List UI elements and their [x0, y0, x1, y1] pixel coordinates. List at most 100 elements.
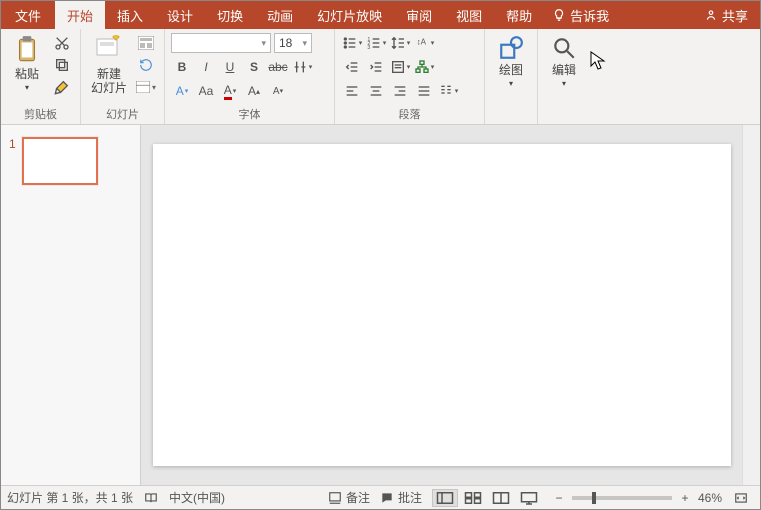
- tab-animation[interactable]: 动画: [255, 1, 305, 29]
- increase-indent-button[interactable]: [365, 57, 387, 77]
- line-spacing-button[interactable]: [389, 33, 411, 53]
- fit-window-button[interactable]: [728, 489, 754, 507]
- slide-thumbnail-1[interactable]: [22, 137, 98, 185]
- sorter-view-button[interactable]: [460, 489, 486, 507]
- bullets-icon: [342, 35, 358, 51]
- align-right-button[interactable]: [389, 81, 411, 101]
- change-case-button[interactable]: Aa: [195, 81, 217, 101]
- tab-home[interactable]: 开始: [55, 1, 105, 29]
- paste-button[interactable]: 粘贴▾: [7, 33, 47, 97]
- new-slide-label: 新建 幻灯片: [91, 67, 127, 95]
- zoom-thumb[interactable]: [592, 492, 596, 504]
- italic-button[interactable]: I: [195, 57, 217, 77]
- zoom-slider[interactable]: [572, 496, 672, 500]
- editing-group-label: [544, 120, 584, 122]
- tab-view[interactable]: 视图: [444, 1, 494, 29]
- underline-button[interactable]: U: [219, 57, 241, 77]
- bullets-button[interactable]: [341, 33, 363, 53]
- font-size-combo[interactable]: 18▾: [274, 33, 312, 53]
- book-icon: [143, 491, 159, 505]
- tab-insert[interactable]: 插入: [105, 1, 155, 29]
- tab-help[interactable]: 帮助: [494, 1, 544, 29]
- font-color-button[interactable]: A: [219, 81, 241, 101]
- drawing-group-label: [491, 120, 531, 122]
- section-icon: [136, 81, 150, 93]
- indent-icon: [368, 59, 384, 75]
- char-spacing-button[interactable]: [291, 57, 313, 77]
- zoom-out-button[interactable]: −: [552, 491, 566, 505]
- sorter-icon: [464, 491, 482, 505]
- share-button[interactable]: 共享: [704, 6, 748, 25]
- copy-button[interactable]: [51, 55, 73, 75]
- shapes-icon: [498, 35, 524, 61]
- align-center-button[interactable]: [365, 81, 387, 101]
- justify-button[interactable]: [413, 81, 435, 101]
- text-direction-button[interactable]: ↕A: [413, 33, 435, 53]
- shrink-font-button[interactable]: A▾: [267, 81, 289, 101]
- align-text-button[interactable]: [389, 57, 411, 77]
- fit-icon: [733, 491, 749, 505]
- svg-text:3: 3: [367, 45, 370, 51]
- drawing-button[interactable]: 绘图▾: [491, 33, 531, 93]
- bold-button[interactable]: B: [171, 57, 193, 77]
- grow-font-button[interactable]: A▴: [243, 81, 265, 101]
- reset-button[interactable]: [135, 55, 157, 75]
- share-icon: [704, 8, 718, 22]
- align-right-icon: [392, 83, 408, 99]
- font-group-label: 字体: [171, 104, 328, 122]
- thumb-number: 1: [9, 137, 16, 185]
- slideshow-view-button[interactable]: [516, 489, 542, 507]
- editing-button[interactable]: 编辑▾: [544, 33, 584, 93]
- normal-view-button[interactable]: [432, 489, 458, 507]
- shadow-button[interactable]: S: [243, 57, 265, 77]
- new-slide-icon: [95, 35, 123, 65]
- new-slide-button[interactable]: 新建 幻灯片: [87, 33, 131, 97]
- align-left-button[interactable]: [341, 81, 363, 101]
- layout-button[interactable]: [135, 33, 157, 53]
- notes-label: 备注: [346, 489, 370, 506]
- comments-button[interactable]: 批注: [380, 489, 422, 506]
- clipboard-icon: [14, 35, 40, 65]
- editing-label: 编辑: [552, 63, 576, 77]
- layout-icon: [138, 36, 154, 50]
- direction-icon: ↕A: [414, 35, 430, 51]
- scissors-icon: [54, 35, 70, 51]
- tab-review[interactable]: 审阅: [394, 1, 444, 29]
- clear-format-button[interactable]: A: [171, 81, 193, 101]
- font-name-combo[interactable]: ▾: [171, 33, 271, 53]
- zoom-value[interactable]: 46%: [698, 491, 722, 505]
- status-bar: 幻灯片 第 1 张，共 1 张 中文(中国) 备注 批注 − + 46%: [1, 485, 760, 509]
- comment-icon: [380, 491, 394, 505]
- align-center-icon: [368, 83, 384, 99]
- smartart-button[interactable]: [413, 57, 435, 77]
- zoom-in-button[interactable]: +: [678, 491, 692, 505]
- tab-file[interactable]: 文件: [1, 1, 55, 29]
- decrease-indent-button[interactable]: [341, 57, 363, 77]
- comments-label: 批注: [398, 489, 422, 506]
- lightbulb-icon: [552, 8, 566, 22]
- numbering-button[interactable]: 123: [365, 33, 387, 53]
- line-spacing-icon: [390, 35, 406, 51]
- section-button[interactable]: [135, 77, 157, 97]
- ribbon: 粘贴▾ 剪贴板 新建 幻灯片: [1, 29, 760, 125]
- notes-button[interactable]: 备注: [328, 489, 370, 506]
- strike-button[interactable]: abc: [267, 57, 289, 77]
- slide-canvas-area: [141, 125, 742, 485]
- slide-indicator[interactable]: 幻灯片 第 1 张，共 1 张: [7, 489, 133, 506]
- present-icon: [520, 491, 538, 505]
- slide-canvas[interactable]: [153, 144, 731, 466]
- clipboard-group-label: 剪贴板: [7, 104, 74, 122]
- slides-group-label: 幻灯片: [87, 104, 158, 122]
- tab-design[interactable]: 设计: [155, 1, 205, 29]
- tellme[interactable]: 告诉我: [552, 1, 609, 29]
- tab-slideshow[interactable]: 幻灯片放映: [305, 1, 394, 29]
- vertical-scrollbar[interactable]: [742, 125, 760, 485]
- format-painter-button[interactable]: [51, 77, 73, 97]
- reading-view-button[interactable]: [488, 489, 514, 507]
- thumbnail-pane[interactable]: 1: [1, 125, 141, 485]
- language-indicator[interactable]: 中文(中国): [169, 489, 225, 506]
- cut-button[interactable]: [51, 33, 73, 53]
- spellcheck-button[interactable]: [143, 491, 159, 505]
- columns-button[interactable]: [437, 81, 459, 101]
- tab-transition[interactable]: 切换: [205, 1, 255, 29]
